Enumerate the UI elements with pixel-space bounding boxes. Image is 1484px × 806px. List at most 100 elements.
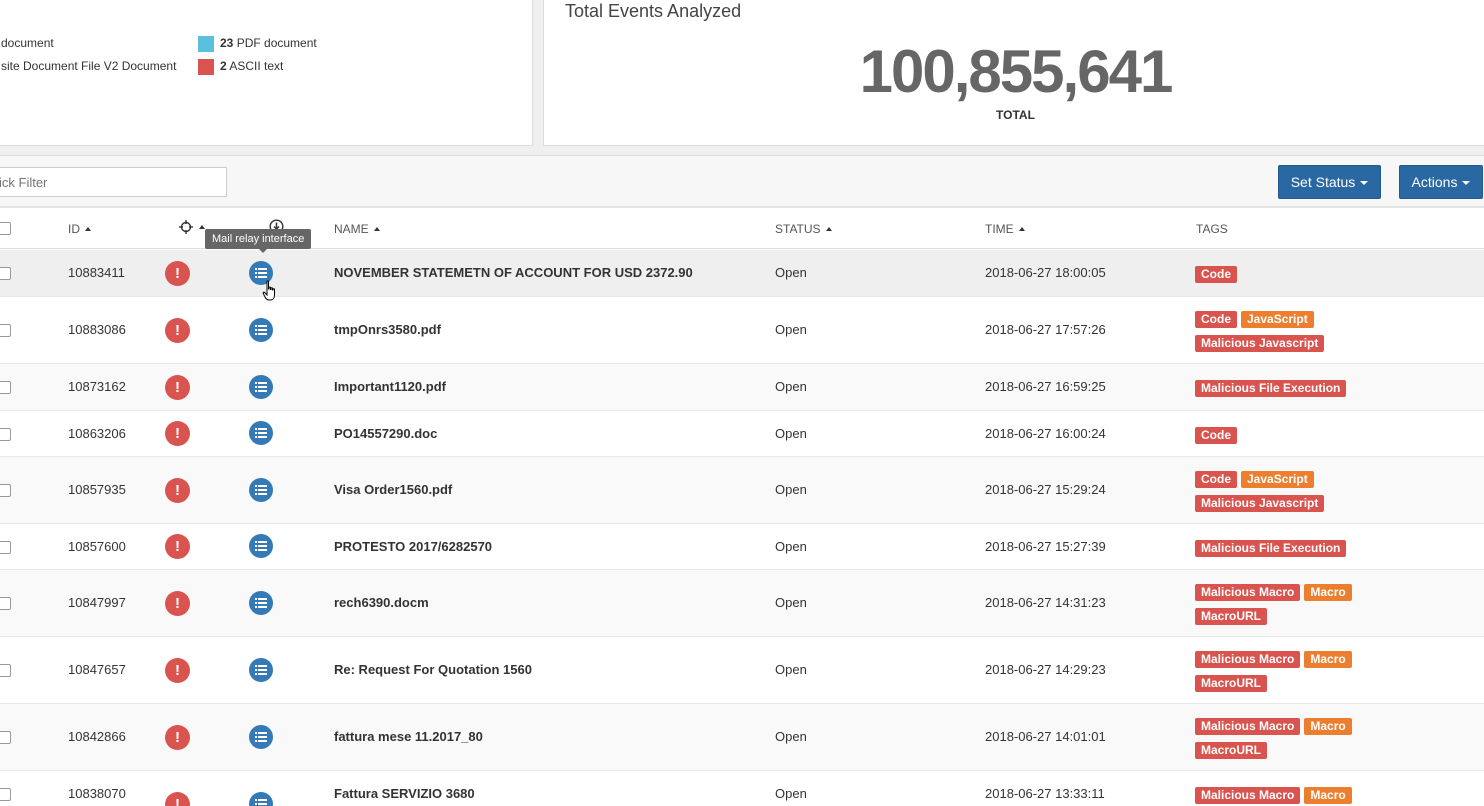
column-header-target[interactable]: [178, 219, 205, 235]
alert-icon[interactable]: !: [165, 725, 190, 750]
tag-badge[interactable]: Malicious Macro: [1195, 718, 1301, 735]
alert-icon[interactable]: !: [165, 318, 190, 343]
legend-label: site Document File V2 Document: [1, 59, 177, 73]
tag-badge[interactable]: Code: [1195, 311, 1237, 328]
tag-badge[interactable]: Code: [1195, 266, 1237, 283]
tag-badge[interactable]: Code: [1195, 427, 1237, 444]
tag-badge[interactable]: Code: [1195, 471, 1237, 488]
quick-filter-input[interactable]: [0, 167, 227, 197]
row-id: 10842866: [68, 729, 126, 744]
list-icon[interactable]: [249, 478, 273, 502]
tag-badge[interactable]: Malicious File Execution: [1195, 380, 1347, 397]
row-checkbox[interactable]: [0, 788, 11, 801]
column-header-status[interactable]: STATUS: [775, 222, 832, 236]
tag-badge[interactable]: Malicious File Execution: [1195, 540, 1347, 557]
tag-badge[interactable]: JavaScript: [1241, 471, 1314, 488]
select-all-checkbox[interactable]: [0, 222, 11, 235]
row-name[interactable]: tmpOnrs3580.pdf: [334, 322, 441, 337]
alert-icon[interactable]: !: [165, 534, 190, 559]
row-name[interactable]: PO14557290.doc: [334, 426, 437, 441]
tag-badge[interactable]: MacroURL: [1195, 675, 1268, 692]
tag-badge[interactable]: Macro: [1304, 787, 1352, 804]
row-checkbox[interactable]: [0, 381, 11, 394]
row-name[interactable]: NOVEMBER STATEMETN OF ACCOUNT FOR USD 23…: [334, 265, 693, 280]
alert-icon[interactable]: !: [165, 261, 190, 286]
row-name[interactable]: rech6390.docm: [334, 595, 429, 610]
tag-badge[interactable]: MacroURL: [1195, 742, 1268, 759]
tag-badge[interactable]: Malicious Macro: [1195, 584, 1301, 601]
row-time: 2018-06-27 14:29:23: [985, 662, 1106, 677]
row-id: 10847657: [68, 662, 126, 677]
row-status: Open: [775, 426, 807, 441]
column-header-name[interactable]: NAME: [334, 222, 380, 236]
list-icon[interactable]: [249, 534, 273, 558]
tag-badge[interactable]: Malicious Javascript: [1195, 335, 1325, 352]
file-types-panel: document site Document File V2 Document …: [0, 0, 533, 146]
row-tags: Code: [1195, 426, 1455, 450]
list-icon[interactable]: [249, 792, 273, 806]
row-checkbox[interactable]: [0, 324, 11, 337]
actions-label: Actions: [1411, 174, 1458, 190]
table-row[interactable]: 10842866! fattura mese 11.2017_80 Open 201…: [0, 704, 1484, 771]
row-name[interactable]: Re: Request For Quotation 1560: [334, 662, 532, 677]
tag-badge[interactable]: Macro: [1304, 584, 1352, 601]
tooltip: Mail relay interface: [205, 229, 312, 253]
column-label: ID: [68, 222, 80, 236]
column-header-tags: TAGS: [1196, 222, 1228, 236]
actions-button[interactable]: Actions: [1399, 165, 1483, 199]
row-time: 2018-06-27 15:27:39: [985, 539, 1106, 554]
alert-icon[interactable]: !: [165, 375, 190, 400]
row-name[interactable]: PROTESTO 2017/6282570: [334, 539, 492, 554]
row-time: 2018-06-27 14:01:01: [985, 729, 1106, 744]
row-name[interactable]: Important1120.pdf: [334, 379, 446, 394]
tag-badge[interactable]: JavaScript: [1241, 311, 1314, 328]
events-title: Total Events Analyzed: [565, 1, 742, 21]
row-name[interactable]: Visa Order1560.pdf: [334, 482, 452, 497]
alert-icon[interactable]: !: [165, 792, 190, 806]
legend-swatch-pdf: [198, 36, 214, 52]
alert-icon[interactable]: !: [165, 478, 190, 503]
column-header-id[interactable]: ID: [68, 222, 91, 236]
row-time: 2018-06-27 15:29:24: [985, 482, 1106, 497]
row-checkbox[interactable]: [0, 541, 11, 554]
table-toolbar: Set Status Actions: [0, 156, 1484, 208]
table-row[interactable]: 10863206! PO14557290.doc Open 2018-06-27 1…: [0, 411, 1484, 457]
tag-badge[interactable]: Malicious Javascript: [1195, 495, 1325, 512]
list-icon[interactable]: [249, 725, 273, 749]
alert-icon[interactable]: !: [165, 591, 190, 616]
table-row[interactable]: 10838070! Fattura SERVIZIO 3680 Open 2018-…: [0, 771, 1484, 806]
row-checkbox[interactable]: [0, 664, 11, 677]
row-checkbox[interactable]: [0, 428, 11, 441]
row-name[interactable]: Fattura SERVIZIO 3680: [334, 786, 475, 801]
table-row[interactable]: 10857600! PROTESTO 2017/6282570 Open 2018-…: [0, 524, 1484, 570]
list-icon[interactable]: [249, 421, 273, 445]
tag-badge[interactable]: Macro: [1304, 651, 1352, 668]
list-icon[interactable]: [249, 658, 273, 682]
row-name[interactable]: fattura mese 11.2017_80: [334, 729, 483, 744]
row-checkbox[interactable]: [0, 731, 11, 744]
row-id: 10857600: [68, 539, 126, 554]
table-row[interactable]: 10883086! tmpOnrs3580.pdf Open 2018-06-27 …: [0, 297, 1484, 364]
tag-badge[interactable]: Macro: [1304, 718, 1352, 735]
tag-badge[interactable]: MacroURL: [1195, 608, 1268, 625]
table-row[interactable]: 10873162! Important1120.pdf Open 2018-06-2…: [0, 364, 1484, 411]
row-status: Open: [775, 786, 807, 801]
alert-icon[interactable]: !: [165, 658, 190, 683]
list-icon[interactable]: [249, 591, 273, 615]
alert-icon[interactable]: !: [165, 421, 190, 446]
row-checkbox[interactable]: [0, 597, 11, 610]
set-status-button[interactable]: Set Status: [1278, 165, 1381, 199]
table-row[interactable]: 10857935! Visa Order1560.pdf Open 2018-06-…: [0, 457, 1484, 524]
list-icon[interactable]: [249, 375, 273, 399]
table-row[interactable]: 10847997! rech6390.docm Open 2018-06-27 14…: [0, 570, 1484, 637]
row-time: 2018-06-27 16:00:24: [985, 426, 1106, 441]
row-checkbox[interactable]: [0, 267, 11, 280]
tag-badge[interactable]: Malicious Macro: [1195, 651, 1301, 668]
tag-badge[interactable]: Malicious Macro: [1195, 787, 1301, 804]
row-id: 10883086: [68, 322, 126, 337]
table-row[interactable]: 10847657! Re: Request For Quotation 1560…: [0, 637, 1484, 704]
column-header-time[interactable]: TIME: [985, 222, 1025, 236]
table-row[interactable]: 10883411! NOVEMBER STATEMETN OF ACCOUNT …: [0, 250, 1484, 297]
list-icon[interactable]: [249, 318, 273, 342]
row-checkbox[interactable]: [0, 484, 11, 497]
